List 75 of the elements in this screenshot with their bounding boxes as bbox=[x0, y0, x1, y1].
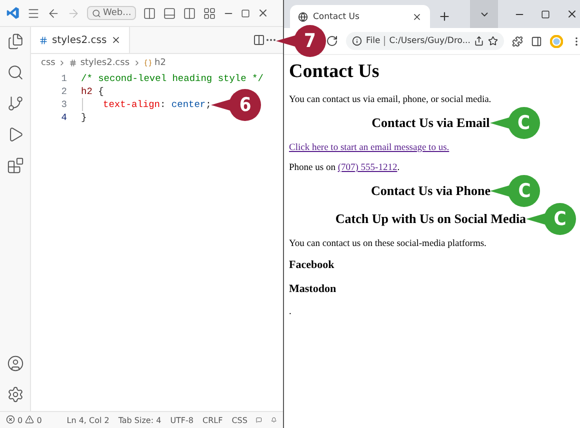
globe-icon bbox=[298, 12, 308, 22]
back-icon[interactable] bbox=[47, 6, 60, 20]
close-icon[interactable] bbox=[257, 7, 270, 19]
settings-icon[interactable] bbox=[6, 386, 24, 403]
layout-icon[interactable] bbox=[143, 6, 156, 20]
status-item[interactable]: Tab Size: 4 bbox=[118, 416, 162, 424]
section-heading: Contact Us via Phone bbox=[370, 183, 490, 198]
status-item[interactable]: CRLF bbox=[202, 416, 223, 424]
breadcrumb[interactable]: h2 bbox=[154, 58, 166, 68]
split-icon[interactable] bbox=[253, 34, 265, 46]
extensions-icon[interactable] bbox=[512, 36, 524, 46]
search-icon[interactable] bbox=[6, 64, 24, 81]
menu-icon[interactable] bbox=[27, 6, 40, 20]
side-panel-icon[interactable] bbox=[531, 36, 542, 46]
step-callout: 7 bbox=[276, 25, 326, 57]
app-logo-icon bbox=[6, 6, 20, 20]
line-number: 1 bbox=[60, 73, 68, 84]
subheading: Facebook bbox=[289, 259, 334, 271]
warning-icon bbox=[25, 415, 34, 424]
code-line: } bbox=[81, 112, 87, 123]
status-item[interactable]: Ln 4, Col 2 bbox=[66, 416, 110, 424]
account-icon[interactable] bbox=[6, 355, 24, 372]
extensions-icon[interactable] bbox=[6, 157, 24, 174]
new-tab-icon[interactable] bbox=[438, 10, 451, 23]
section-heading: Contact Us via Email bbox=[372, 115, 490, 130]
code-line: h2 { bbox=[81, 86, 104, 97]
problems-status[interactable]: 0 0 bbox=[6, 415, 42, 425]
paragraph: You can contact us on these social-media platforms. bbox=[289, 239, 486, 249]
layout-icon[interactable] bbox=[203, 6, 216, 20]
status-item[interactable]: UTF-8 bbox=[170, 416, 194, 424]
step-callout: 6 bbox=[211, 88, 262, 120]
branch-icon[interactable] bbox=[6, 95, 24, 112]
search-field[interactable]: Web... bbox=[87, 6, 136, 20]
paragraph: . bbox=[289, 307, 292, 317]
reload-icon[interactable] bbox=[326, 35, 338, 47]
maximize-icon[interactable] bbox=[241, 8, 250, 18]
email-link[interactable]: Click here to start an email message to us. bbox=[289, 143, 450, 153]
feedback-icon[interactable] bbox=[256, 415, 262, 425]
line-number: 2 bbox=[60, 86, 68, 97]
subheading: Mastodon bbox=[289, 283, 336, 295]
status-item[interactable]: CSS bbox=[232, 416, 248, 424]
close-icon[interactable] bbox=[412, 12, 422, 22]
breadcrumb[interactable]: css bbox=[41, 58, 56, 68]
star-icon[interactable] bbox=[488, 36, 498, 46]
info-icon bbox=[352, 36, 362, 46]
search-icon bbox=[92, 8, 101, 18]
share-icon[interactable] bbox=[474, 36, 484, 46]
code-line: text-align: center; bbox=[103, 99, 212, 110]
step-callout: C bbox=[526, 203, 576, 235]
page-heading: Contact Us bbox=[289, 61, 380, 82]
address-scheme: File bbox=[366, 36, 380, 46]
step-callout: C bbox=[490, 175, 540, 207]
close-icon[interactable] bbox=[110, 35, 121, 45]
maximize-icon[interactable] bbox=[541, 10, 550, 18]
selector-icon bbox=[144, 59, 152, 67]
breadcrumb[interactable]: styles2.css bbox=[80, 58, 130, 68]
line-number: 4 bbox=[60, 112, 68, 123]
address-text: C:/Users/Guy/Dro... bbox=[389, 36, 470, 46]
browser-tab[interactable]: Contact Us bbox=[290, 5, 430, 28]
address-bar[interactable]: File C:/Users/Guy/Dro... bbox=[346, 32, 504, 50]
file-type-icon bbox=[69, 59, 78, 67]
phone-link[interactable]: (707) 555-1212 bbox=[338, 163, 398, 173]
layout-icon[interactable] bbox=[183, 6, 196, 20]
files-icon[interactable] bbox=[6, 33, 24, 50]
paragraph: You can contact us via email, phone, or social media. bbox=[289, 95, 492, 105]
line-number: 3 bbox=[60, 99, 68, 110]
error-icon bbox=[6, 415, 15, 424]
section-heading: Catch Up with Us on Social Media bbox=[335, 211, 526, 226]
panel-icon[interactable] bbox=[163, 6, 176, 20]
close-icon[interactable] bbox=[566, 8, 578, 20]
paragraph: Phone us on (707) 555-1212. bbox=[289, 163, 400, 173]
step-callout: C bbox=[490, 107, 540, 139]
editor-tab[interactable]: styles2.css bbox=[31, 27, 130, 53]
code-line: /* second-level heading style */ bbox=[81, 73, 264, 84]
file-type-icon bbox=[39, 36, 48, 44]
